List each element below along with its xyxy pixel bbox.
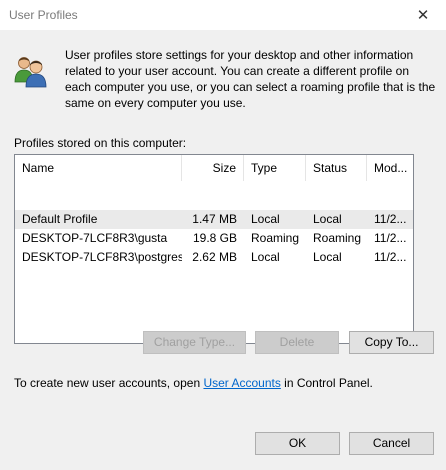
profiles-label: Profiles stored on this computer:: [14, 136, 187, 150]
table-row[interactable]: DESKTOP-7LCF8R3\postgres 2.62 MB Local L…: [15, 248, 413, 267]
cell-name: Default Profile: [22, 212, 98, 226]
title-bar: User Profiles ✕: [0, 0, 446, 30]
intro-text: User profiles store settings for your de…: [65, 48, 436, 110]
footer-suffix: in Control Panel.: [280, 376, 373, 390]
cell-type: Roaming: [251, 231, 300, 245]
cell-modified: 11/2...: [374, 250, 407, 264]
cell-modified: 11/2...: [374, 231, 407, 245]
cell-status: Local: [313, 250, 342, 264]
cell-status: Local: [313, 212, 342, 226]
cell-size: 2.62 MB: [192, 250, 237, 264]
delete-button[interactable]: Delete: [255, 331, 339, 354]
cell-type: Local: [251, 212, 280, 226]
cell-size: 19.8 GB: [192, 231, 237, 245]
users-icon: [14, 57, 47, 88]
column-header-status[interactable]: Status: [306, 155, 367, 181]
dialog-body: User profiles store settings for your de…: [0, 30, 446, 470]
user-accounts-link[interactable]: User Accounts: [203, 376, 280, 390]
cell-status: Roaming: [313, 231, 362, 245]
footer-text: To create new user accounts, open User A…: [14, 376, 373, 390]
cell-name: DESKTOP-7LCF8R3\gusta: [22, 231, 168, 245]
window-title: User Profiles: [9, 8, 78, 22]
table-row[interactable]: Default Profile 1.47 MB Local Local 11/2…: [15, 210, 413, 229]
change-type-button[interactable]: Change Type...: [143, 331, 246, 354]
cell-modified: 11/2...: [374, 212, 407, 226]
cell-size: 1.47 MB: [192, 212, 237, 226]
ok-button[interactable]: OK: [255, 432, 340, 455]
close-button[interactable]: ✕: [400, 0, 446, 30]
table-row[interactable]: DESKTOP-7LCF8R3\gusta 19.8 GB Roaming Ro…: [15, 229, 413, 248]
profiles-list[interactable]: Name Size Type Status Mod... Default Pro…: [14, 154, 414, 344]
column-header-name[interactable]: Name: [15, 155, 182, 181]
column-header-modified[interactable]: Mod...: [367, 155, 413, 181]
copy-to-button[interactable]: Copy To...: [349, 331, 434, 354]
column-header-type[interactable]: Type: [244, 155, 306, 181]
footer-prefix: To create new user accounts, open: [14, 376, 204, 390]
column-header-size[interactable]: Size: [182, 155, 244, 181]
list-header: Name Size Type Status Mod...: [15, 155, 413, 181]
cell-type: Local: [251, 250, 280, 264]
close-icon: ✕: [416, 7, 430, 24]
cell-name: DESKTOP-7LCF8R3\postgres: [22, 250, 182, 264]
cancel-button[interactable]: Cancel: [349, 432, 434, 455]
